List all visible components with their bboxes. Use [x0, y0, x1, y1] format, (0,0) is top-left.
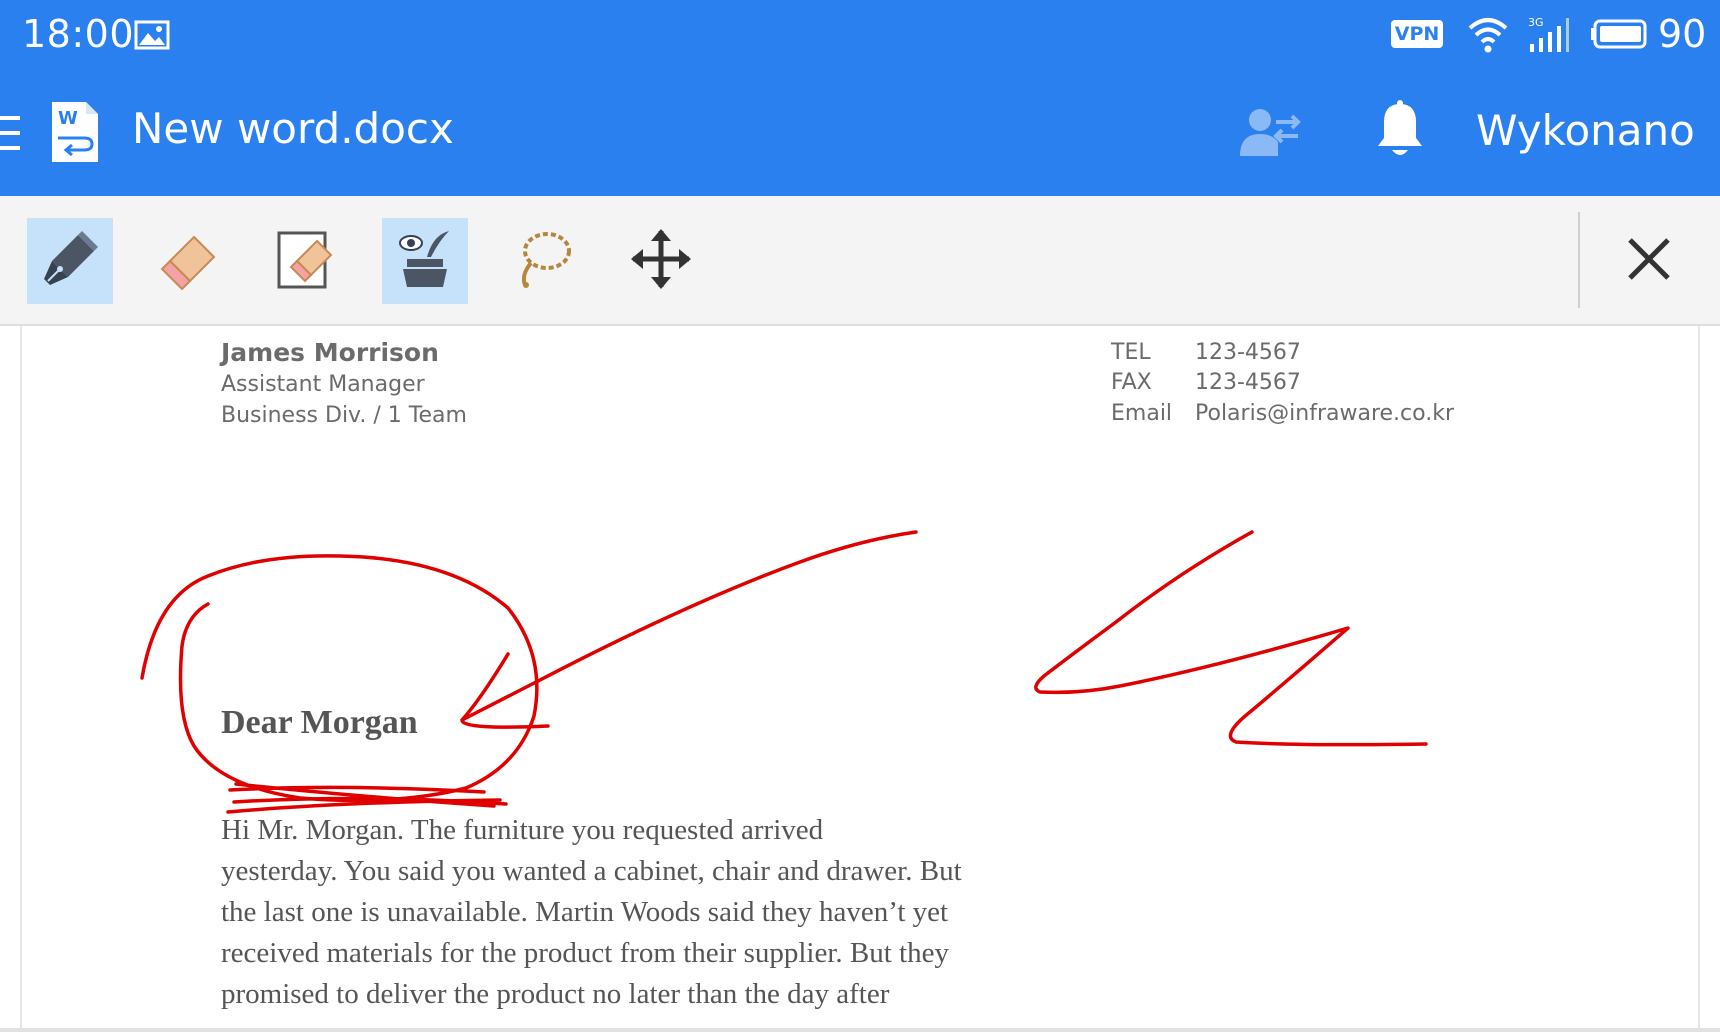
bell-icon[interactable]: [1374, 100, 1426, 164]
sender-position: Assistant Manager: [221, 372, 425, 397]
struck-text: Hi Mr. Morgan.: [221, 814, 405, 846]
status-bar: 18:00 VPN 3G 90: [0, 0, 1720, 70]
document-title: New word.docx: [132, 104, 454, 153]
letter-greeting: Dear Morgan: [221, 704, 418, 741]
document-canvas[interactable]: James Morrison Assistant Manager Busines…: [0, 326, 1720, 1032]
contact-email: Polaris@infraware.co.kr: [1195, 401, 1454, 426]
word-doc-icon: W: [50, 100, 100, 168]
network-type-label: 3G: [1528, 16, 1544, 29]
lasso-icon: [511, 227, 575, 295]
status-time: 18:00: [22, 12, 135, 56]
battery-level: 90: [1658, 12, 1707, 56]
move-tool-button[interactable]: [618, 218, 704, 304]
page-edge: [1698, 326, 1700, 1032]
contact-value: 123-4567: [1195, 370, 1301, 395]
body-line: Hi Mr. Morgan. The furniture you request…: [221, 810, 1051, 851]
vpn-badge: VPN: [1391, 20, 1443, 48]
contact-label: Email: [1111, 401, 1173, 426]
signal-icon: 3G: [1526, 14, 1576, 58]
ink-view-tool-button[interactable]: [382, 218, 468, 304]
body-line: promised to deliver the product no later…: [221, 978, 890, 1010]
lasso-tool-button[interactable]: [500, 218, 586, 304]
inkwell-eye-icon: [393, 227, 457, 295]
eraser-tool-button[interactable]: [145, 218, 231, 304]
battery-icon: [1590, 18, 1650, 54]
wifi-icon: [1466, 14, 1510, 58]
share-users-icon[interactable]: [1238, 106, 1302, 166]
menu-icon[interactable]: [0, 114, 22, 156]
ink-toolbar: [0, 196, 1720, 326]
svg-text:W: W: [58, 108, 78, 129]
contact-value: 123-4567: [1195, 340, 1301, 365]
toolbar-divider: [1578, 212, 1580, 308]
sender-department: Business Div. / 1 Team: [221, 403, 467, 428]
page-eraser-icon: [273, 227, 337, 295]
eraser-icon: [156, 227, 220, 295]
ink-circle-stroke: [140, 554, 539, 803]
letter-body: Hi Mr. Morgan. The furniture you request…: [221, 810, 1051, 1015]
pen-icon: [38, 227, 102, 295]
body-line: the last one is unavailable. Martin Wood…: [221, 896, 949, 928]
page-edge: [20, 326, 22, 1032]
ink-strikethrough-stroke: [226, 782, 508, 814]
page-bottom-edge: [0, 1028, 1720, 1032]
body-line: received materials for the product from …: [221, 937, 949, 969]
ink-arrow-stroke: [460, 530, 918, 729]
contact-label: TEL: [1111, 340, 1151, 365]
body-line-text: The furniture you requested arrived: [404, 814, 824, 846]
body-line: yesterday. You said you wanted a cabinet…: [221, 855, 962, 887]
app-bar: W New word.docx Wykonano: [0, 70, 1720, 196]
contact-label: FAX: [1111, 370, 1152, 395]
done-button[interactable]: Wykonano: [1476, 106, 1695, 155]
image-icon: [134, 20, 170, 54]
pen-tool-button[interactable]: [27, 218, 113, 304]
close-icon[interactable]: [1626, 236, 1672, 286]
ink-zigzag-stroke: [1034, 530, 1428, 747]
move-arrows-icon: [629, 227, 693, 295]
page-eraser-tool-button[interactable]: [262, 218, 348, 304]
sender-name: James Morrison: [221, 338, 439, 367]
